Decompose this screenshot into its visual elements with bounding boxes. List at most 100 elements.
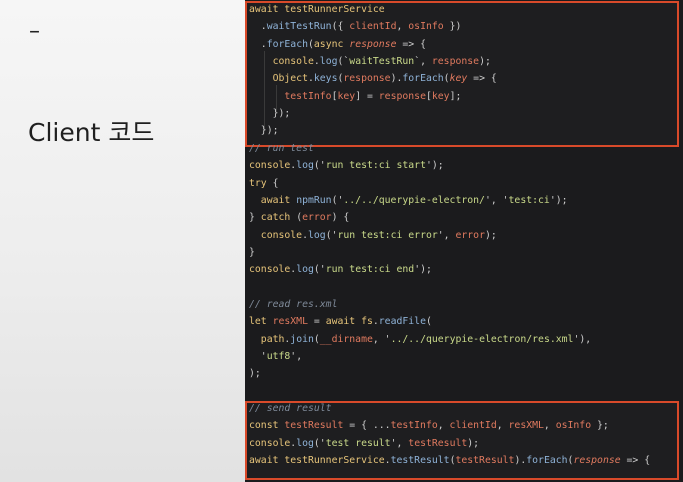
code-token: // run test: [249, 142, 314, 154]
code-token: console: [249, 437, 291, 449]
code-token: forEach: [402, 73, 444, 85]
code-token: response: [349, 38, 397, 50]
code-token: readFile: [378, 316, 426, 328]
code-token: );: [467, 437, 480, 449]
code-line: );: [249, 365, 261, 382]
code-token: (': [313, 160, 326, 172]
code-line: }: [249, 244, 255, 261]
code-token: }: [249, 212, 261, 224]
code-token: utf8: [266, 351, 291, 362]
code-token: clientId: [349, 21, 397, 33]
code-token: => {: [467, 73, 497, 85]
code-line: Object.keys(response).forEach(key => {: [249, 70, 497, 87]
code-token: ).: [390, 73, 403, 85]
code-token: );: [479, 56, 491, 68]
code-line: });: [249, 122, 279, 139]
code-token: testResult: [408, 437, 468, 449]
code-token: async: [313, 38, 350, 50]
code-token: .: [249, 21, 267, 33]
code-token: ,: [496, 420, 509, 432]
code-token: };: [591, 420, 609, 432]
code-token: ': [249, 351, 267, 362]
code-token: const: [249, 420, 285, 432]
code-token: catch: [260, 212, 297, 224]
code-token: response: [378, 90, 426, 102]
code-token: key: [431, 90, 450, 102]
code-token: (: [425, 316, 432, 328]
code-token: ({: [331, 21, 350, 33]
code-token: ).: [514, 455, 527, 467]
code-token: }: [249, 246, 255, 258]
code-token: console: [249, 160, 291, 172]
code-token: testRunnerService: [284, 455, 385, 467]
code-token: (': [331, 194, 344, 206]
code-token: console: [272, 56, 314, 68]
code-token: run test:ci error: [337, 229, 438, 241]
code-token: testInfo: [390, 420, 438, 432]
code-token: console: [260, 229, 303, 241]
code-line: console.log('run test:ci start');: [249, 157, 444, 174]
code-token: testRunnerService: [284, 4, 385, 15]
code-token: log: [296, 264, 314, 276]
code-token: // read res.xml: [249, 298, 338, 310]
code-token: console: [249, 264, 291, 276]
code-token: let: [249, 316, 273, 328]
code-token: );: [249, 368, 261, 380]
code-line: });: [249, 105, 291, 122]
code-token: run test:ci start: [325, 160, 426, 172]
code-token: });: [249, 125, 279, 137]
code-token: ', ': [484, 194, 509, 206]
code-token: test:ci: [508, 194, 550, 206]
code-line: console.log('test result', testResult);: [249, 435, 479, 452]
code-token: (': [313, 264, 326, 276]
code-token: log: [296, 160, 314, 172]
code-line: testInfo[key] = response[key];: [249, 88, 461, 105]
code-token: = { ...: [343, 420, 391, 432]
slide-title: Client 코드: [28, 118, 155, 147]
code-line: 'utf8',: [249, 348, 302, 365]
code-token: await: [260, 194, 297, 206]
code-token: waitTestRun: [266, 21, 332, 33]
code-token: try: [249, 177, 273, 189]
code-token: Object: [272, 73, 308, 85]
code-token: ) {: [331, 212, 350, 224]
code-token: npmRun: [296, 194, 332, 206]
code-line: try {: [249, 175, 279, 192]
code-token: ../../querypie-electron/res.xml: [390, 333, 574, 345]
code-token: testResult: [390, 455, 450, 467]
code-token: log: [319, 56, 338, 68]
code-token: forEach: [526, 455, 568, 467]
code-token: => {: [620, 455, 651, 467]
code-token: resXML: [272, 316, 308, 328]
slide-left-panel: – Client 코드: [0, 0, 245, 482]
code-line: path.join(__dirname, '../../querypie-ele…: [249, 331, 591, 348]
code-token: osInfo: [555, 420, 592, 432]
code-token: key: [449, 73, 468, 85]
code-token: ',: [437, 229, 456, 241]
code-token: fs: [361, 316, 373, 328]
code-line: const testResult = { ...testInfo, client…: [249, 417, 609, 434]
code-token: test result: [325, 437, 391, 449]
code-token: ');: [414, 264, 432, 276]
code-line: await testRunnerService: [249, 1, 385, 18]
code-token: key: [337, 90, 356, 102]
code-line: let resXML = await fs.readFile(: [249, 313, 432, 330]
code-token: osInfo: [408, 21, 444, 33]
code-token: ',: [290, 351, 303, 362]
code-token: ',: [390, 437, 409, 449]
code-token: error: [302, 212, 332, 224]
code-token: join: [290, 333, 314, 345]
code-line: await npmRun('../../querypie-electron/',…: [249, 192, 568, 209]
code-token: ,: [543, 420, 556, 432]
code-token: , ': [372, 333, 391, 345]
code-token: ../../querypie-electron/: [343, 194, 485, 206]
code-token: __dirname: [319, 333, 373, 345]
code-token: );: [484, 229, 497, 241]
code-token: (': [313, 437, 326, 449]
code-token: });: [249, 108, 291, 120]
